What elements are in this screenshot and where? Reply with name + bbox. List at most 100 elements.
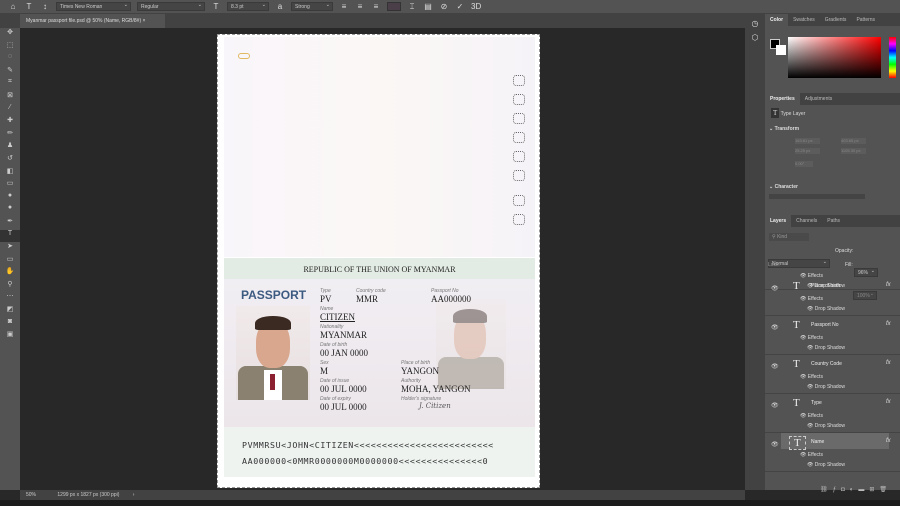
status-expand-icon[interactable]: ›: [133, 492, 135, 498]
shape-tool-icon[interactable]: ▭: [0, 255, 20, 268]
visibility-eye-icon[interactable]: 👁: [771, 402, 779, 409]
name-field[interactable]: Name CITIZEN: [320, 306, 355, 322]
align-center-icon[interactable]: ≡: [355, 2, 365, 11]
quick-select-icon[interactable]: ✎: [0, 66, 20, 79]
layer-row[interactable]: 👁 T Name fx 👁 Effects 👁 Drop Shadow: [765, 433, 900, 472]
blur-icon[interactable]: ●: [0, 192, 20, 205]
warp-text-icon[interactable]: ⌶: [407, 2, 417, 12]
move-tool-icon[interactable]: ✥: [0, 28, 20, 41]
country-header: REPUBLIC OF THE UNION OF MYANMAR: [224, 258, 535, 279]
tab-layers[interactable]: Layers: [765, 215, 792, 227]
3d-panel-icon[interactable]: ⬡: [745, 33, 765, 42]
layer-search-input[interactable]: ⚲ Kind: [769, 233, 809, 241]
fx-icon[interactable]: fx: [886, 399, 891, 405]
tab-properties[interactable]: Properties: [765, 93, 800, 105]
panel-icons-strip: ◷ ⬡: [745, 14, 765, 490]
text-layer-icon: T: [793, 319, 800, 331]
authority-field: Authority MOHA, YANGON: [401, 378, 471, 394]
frame-tool-icon[interactable]: ⊠: [0, 91, 20, 104]
history-brush-icon[interactable]: ↺: [0, 154, 20, 167]
y-field[interactable]: 1105.30 px: [841, 148, 866, 154]
gradient-icon[interactable]: ▭: [0, 179, 20, 192]
background-color[interactable]: [776, 45, 786, 55]
fx-icon[interactable]: fx: [886, 282, 891, 288]
document-tab[interactable]: Myanmar passport file.psd @ 50% (Name, R…: [20, 14, 165, 28]
screen-mode-icon[interactable]: ▣: [0, 330, 20, 343]
tab-paths[interactable]: Paths: [822, 215, 845, 227]
drop-shadow-row: 👁 Drop Shadow: [807, 423, 846, 429]
text-orientation-icon[interactable]: ↕: [40, 2, 50, 11]
more-tools-icon[interactable]: ⋯: [0, 292, 20, 305]
layer-name[interactable]: Country Code: [811, 361, 842, 367]
character-section[interactable]: ⌄ Character: [769, 184, 798, 190]
height-field[interactable]: 25.25 px: [795, 148, 820, 154]
font-family-select[interactable]: Times New Roman: [56, 2, 131, 11]
zoom-tool-icon[interactable]: ⚲: [0, 280, 20, 293]
eyedropper-icon[interactable]: ⁄: [0, 104, 20, 117]
layer-row[interactable]: 👁 T Passport No fx 👁 Effects 👁 Drop Shad…: [765, 316, 900, 355]
dodge-icon[interactable]: ●: [0, 204, 20, 217]
tab-patterns[interactable]: Patterns: [851, 14, 880, 26]
anti-alias-select[interactable]: Strong: [291, 2, 333, 11]
layer-name[interactable]: Type: [811, 400, 822, 406]
layer-name[interactable]: Place of birth: [811, 283, 840, 289]
taskbar: [0, 500, 900, 506]
layer-name[interactable]: Passport No: [811, 322, 839, 328]
tab-color[interactable]: Color: [765, 14, 789, 26]
fx-icon[interactable]: fx: [886, 360, 891, 366]
lasso-tool-icon[interactable]: ◌: [0, 53, 20, 66]
home-icon[interactable]: ⌂: [8, 2, 18, 11]
type-tool-icon[interactable]: T: [0, 229, 20, 243]
path-select-icon[interactable]: ➤: [0, 242, 20, 255]
drop-shadow-row: 👁 Drop Shadow: [807, 306, 846, 312]
character-panel-icon[interactable]: ▤: [423, 2, 433, 11]
font-style-select[interactable]: Regular: [137, 2, 205, 11]
align-left-icon[interactable]: ≡: [339, 2, 349, 11]
character-dropdown[interactable]: [769, 194, 865, 199]
text-color-swatch[interactable]: [387, 2, 401, 11]
marquee-tool-icon[interactable]: ⬚: [0, 41, 20, 54]
healing-brush-icon[interactable]: ✚: [0, 116, 20, 129]
brush-tool-icon[interactable]: ✏: [0, 129, 20, 142]
3d-icon[interactable]: 3D: [471, 2, 481, 11]
tab-adjustments[interactable]: Adjustments: [800, 93, 838, 105]
hand-tool-icon[interactable]: ✋: [0, 267, 20, 280]
visibility-eye-icon[interactable]: 👁: [771, 363, 779, 370]
align-right-icon[interactable]: ≡: [371, 2, 381, 11]
close-tab-icon[interactable]: ×: [143, 18, 146, 24]
x-field[interactable]: 403.65 px: [841, 138, 866, 144]
visibility-eye-icon[interactable]: 👁: [771, 441, 779, 448]
eraser-icon[interactable]: ◧: [0, 167, 20, 180]
layer-row[interactable]: 👁 T Type fx 👁 Effects 👁 Drop Shadow: [765, 394, 900, 433]
width-field[interactable]: 163.61 px: [795, 138, 820, 144]
pen-tool-icon[interactable]: ✒: [0, 217, 20, 230]
quick-mask-icon[interactable]: ◙: [0, 318, 20, 331]
visibility-eye-icon[interactable]: 👁: [771, 324, 779, 331]
chip-logo-icon: [238, 53, 250, 59]
layer-name[interactable]: Name: [811, 439, 824, 445]
text-layer-icon: T: [789, 436, 806, 450]
color-picker-field[interactable]: [788, 37, 881, 78]
stamp-tool-icon[interactable]: ♟: [0, 141, 20, 154]
layer-row[interactable]: 👁 T Country Code fx 👁 Effects 👁 Drop Sha…: [765, 355, 900, 394]
fx-icon[interactable]: fx: [886, 438, 891, 444]
color-swatches-icon[interactable]: ◩: [0, 305, 20, 318]
cancel-icon[interactable]: ⊘: [439, 2, 449, 11]
hue-slider[interactable]: [889, 37, 896, 78]
layer-row[interactable]: 👁 T Place of birth fx 👁 Effects 👁 Drop S…: [765, 277, 900, 316]
type-tool-icon[interactable]: T: [24, 2, 34, 11]
transform-section[interactable]: ⌄ Transform: [769, 126, 799, 132]
zoom-level[interactable]: 50%: [26, 492, 36, 498]
crop-tool-icon[interactable]: ⌗: [0, 78, 20, 91]
visibility-eye-icon[interactable]: 👁: [771, 285, 779, 292]
tab-gradients[interactable]: Gradients: [820, 14, 852, 26]
tab-swatches[interactable]: Swatches: [788, 14, 820, 26]
commit-icon[interactable]: ✓: [455, 2, 465, 11]
status-bar: 50% 1299 px x 1827 px (300 ppi) ›: [20, 490, 745, 500]
angle-field[interactable]: 0.00°: [795, 161, 813, 167]
font-size-select[interactable]: 8.3 pt: [227, 2, 269, 11]
history-panel-icon[interactable]: ◷: [745, 19, 765, 28]
layer-actions-bar[interactable]: ⛓ƒ◘◐▬⊞🗑: [765, 486, 900, 494]
fx-icon[interactable]: fx: [886, 321, 891, 327]
tab-channels[interactable]: Channels: [791, 215, 822, 227]
